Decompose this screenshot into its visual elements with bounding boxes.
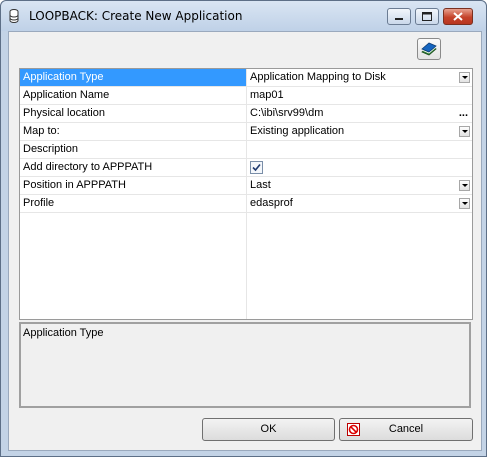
- property-description-text: Application Type: [23, 327, 104, 339]
- application-name-field[interactable]: map01: [247, 87, 472, 104]
- property-name: Position in APPPATH: [23, 179, 126, 191]
- property-value: Existing application: [250, 125, 345, 137]
- maximize-icon: [422, 12, 432, 21]
- property-name: Map to:: [23, 125, 60, 137]
- property-row-position-in-apppath[interactable]: Position in APPPATH Last: [20, 177, 472, 195]
- property-value: map01: [250, 89, 284, 101]
- browse-button[interactable]: ...: [459, 105, 468, 122]
- property-value: edasprof: [250, 197, 293, 209]
- property-value: Last: [250, 179, 271, 191]
- cancel-button-label: Cancel: [388, 423, 424, 435]
- property-name: Application Type: [20, 69, 246, 86]
- position-in-apppath-select[interactable]: Last: [247, 177, 472, 194]
- property-name: Application Name: [23, 89, 110, 101]
- property-name: Description: [23, 143, 79, 155]
- property-grid: Application Type Application Mapping to …: [19, 68, 473, 320]
- property-name: Add directory to APPPATH: [23, 161, 153, 173]
- checkmark-icon: [252, 163, 261, 172]
- property-row-profile[interactable]: Profile edasprof: [20, 195, 472, 213]
- database-icon: [9, 9, 19, 23]
- ok-button-label: OK: [260, 423, 277, 435]
- property-name: Physical location: [23, 107, 105, 119]
- help-button[interactable]: [417, 38, 441, 60]
- dialog-body: Application Type Application Mapping to …: [8, 31, 482, 451]
- map-to-select[interactable]: Existing application: [247, 123, 472, 140]
- dropdown-arrow-icon[interactable]: [459, 180, 470, 191]
- minimize-icon: [395, 18, 403, 20]
- help-book-icon: [421, 42, 437, 56]
- add-directory-checkbox[interactable]: [250, 161, 263, 174]
- dialog-window: LOOPBACK: Create New Application Applica…: [0, 0, 487, 457]
- profile-select[interactable]: edasprof: [247, 195, 472, 212]
- add-directory-cell: [247, 159, 472, 176]
- cancel-button[interactable]: Cancel: [339, 418, 473, 441]
- property-row-physical-location[interactable]: Physical location C:\ibi\srv99\dm ...: [20, 105, 472, 123]
- property-row-description[interactable]: Description: [20, 141, 472, 159]
- close-icon: [453, 12, 463, 21]
- property-row-add-directory[interactable]: Add directory to APPPATH: [20, 159, 472, 177]
- ok-button[interactable]: OK: [202, 418, 335, 441]
- physical-location-field[interactable]: C:\ibi\srv99\dm ...: [247, 105, 472, 122]
- maximize-button[interactable]: [415, 8, 439, 25]
- dropdown-arrow-icon[interactable]: [459, 198, 470, 209]
- property-value: C:\ibi\srv99\dm: [250, 107, 324, 119]
- property-name: Profile: [23, 197, 55, 209]
- close-button[interactable]: [443, 8, 473, 25]
- property-row-map-to[interactable]: Map to: Existing application: [20, 123, 472, 141]
- cancel-icon: [347, 423, 360, 436]
- dropdown-arrow-icon[interactable]: [459, 126, 470, 137]
- description-field[interactable]: [247, 141, 472, 158]
- property-description-panel: Application Type: [19, 322, 471, 408]
- property-value: Application Mapping to Disk: [250, 71, 386, 83]
- property-row-application-name[interactable]: Application Name map01: [20, 87, 472, 105]
- application-type-select[interactable]: Application Mapping to Disk: [247, 69, 472, 86]
- dropdown-arrow-icon[interactable]: [459, 72, 470, 83]
- property-row-application-type[interactable]: Application Type Application Mapping to …: [20, 69, 472, 87]
- window-title: LOOPBACK: Create New Application: [29, 9, 243, 23]
- title-bar[interactable]: LOOPBACK: Create New Application: [1, 1, 486, 31]
- minimize-button[interactable]: [387, 8, 411, 25]
